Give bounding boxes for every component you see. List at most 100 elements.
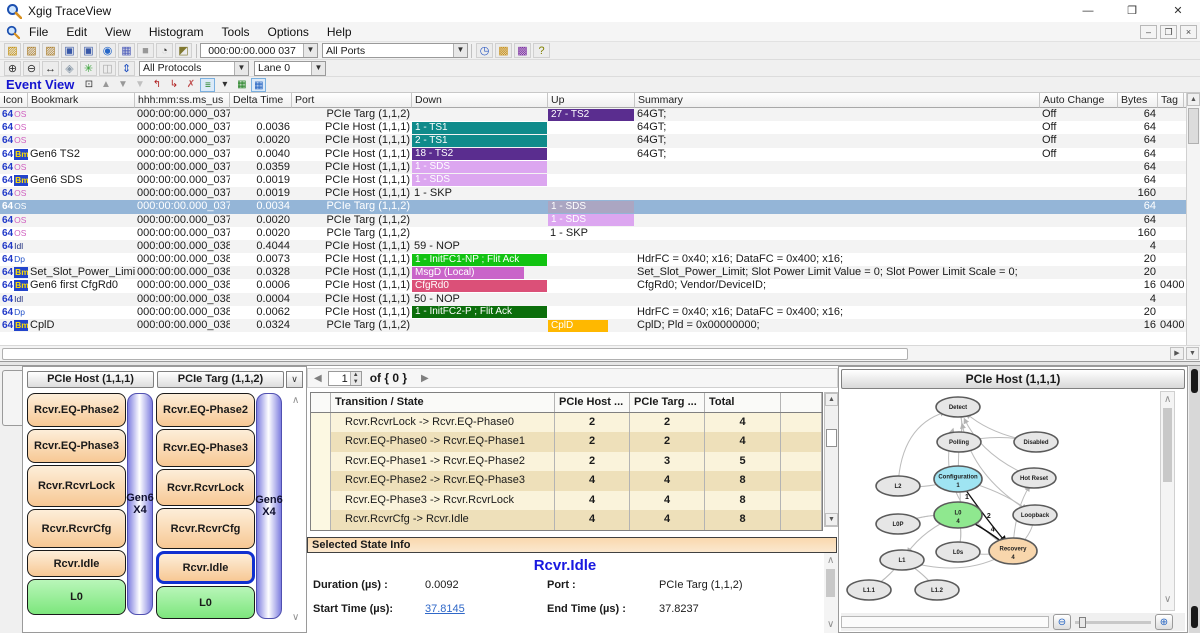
column-header-icon[interactable]: Icon: [0, 93, 28, 108]
timer-icon[interactable]: ◔: [156, 43, 173, 58]
diagram-hscroll-track[interactable]: [841, 616, 1049, 628]
diagram-node-polling[interactable]: Polling: [937, 432, 981, 452]
diagram-node-l2[interactable]: L2: [876, 476, 920, 496]
diagram-node-l11[interactable]: L1.1: [847, 580, 891, 600]
transition-scroll-down-icon[interactable]: ▼: [825, 513, 838, 526]
spinner-arrows-icon[interactable]: ▲▼: [350, 372, 361, 385]
zoom-in-button[interactable]: ⊕: [1155, 614, 1173, 630]
open-file-icon[interactable]: ▨: [4, 43, 21, 58]
expert-view-icon[interactable]: ▩: [495, 43, 512, 58]
diagram-node-hotreset[interactable]: Hot Reset: [1012, 468, 1056, 488]
ports-combo-arrow[interactable]: ▼: [453, 44, 467, 57]
transition-index-spinner[interactable]: 1 ▲▼: [328, 371, 362, 386]
scroll-up-icon[interactable]: ▲: [1187, 93, 1200, 106]
column-header-up[interactable]: Up: [548, 93, 635, 108]
mdi-close-button[interactable]: ×: [1180, 25, 1197, 39]
ltssm-link-header[interactable]: PCIe Host (1,1,1): [27, 371, 154, 388]
jump-forward-icon[interactable]: ↳: [166, 78, 181, 92]
diagram-node-loopback[interactable]: Loopback: [1013, 505, 1057, 525]
report-grid-active-icon[interactable]: ▦: [251, 78, 266, 92]
menu-item-histogram[interactable]: Histogram: [140, 22, 213, 42]
zoom-slider-thumb[interactable]: [1079, 617, 1086, 628]
menu-item-view[interactable]: View: [96, 22, 140, 42]
diagram-node-l1[interactable]: L1: [880, 550, 924, 570]
nav-prev-icon[interactable]: ◀: [314, 373, 322, 384]
ltssm-state-l0[interactable]: L0: [156, 586, 255, 619]
protocols-combo[interactable]: All Protocols ▼: [139, 61, 249, 76]
menu-item-edit[interactable]: Edit: [57, 22, 96, 42]
transition-scroll-thumb[interactable]: [826, 429, 837, 447]
table-row[interactable]: 64OS000:00:00.000_0370.0020PCIe Targ (1,…: [0, 227, 1200, 240]
table-row[interactable]: 64OS000:00:00.000_0370.0019PCIe Host (1,…: [0, 187, 1200, 200]
ltssm-state-rcvr-idle[interactable]: Rcvr.Idle: [156, 551, 255, 584]
start-time-link[interactable]: 37.8145: [425, 603, 465, 615]
lane-combo-arrow[interactable]: ▼: [311, 62, 325, 75]
ports-combo[interactable]: All Ports ▼: [322, 43, 468, 58]
table-row[interactable]: 64OS000:00:00.000_037PCIe Targ (1,1,2)27…: [0, 108, 1200, 121]
table-row[interactable]: 64Dp000:00:00.000_0380.0073PCIe Host (1,…: [0, 253, 1200, 266]
open-merge-icon[interactable]: ▨: [42, 43, 59, 58]
ltssm-state-l0[interactable]: L0: [27, 579, 126, 615]
time-sync-icon[interactable]: ◷: [476, 43, 493, 58]
vscroll-thumb[interactable]: [1188, 108, 1199, 144]
column-header-down[interactable]: Down: [412, 93, 548, 108]
strip-handle-bottom[interactable]: [1191, 606, 1198, 628]
ltssm-state-diagram[interactable]: 124DetectPollingDisabledConfiguration1Ho…: [841, 391, 1159, 611]
ltssm-state-rcvr-eq-phase2[interactable]: Rcvr.EQ-Phase2: [27, 393, 126, 427]
zoom-out-icon[interactable]: ⊖: [23, 61, 40, 76]
grid-view-icon[interactable]: ▦: [118, 43, 135, 58]
column-header-port[interactable]: Port: [292, 93, 412, 108]
diagram-node-recovery[interactable]: Recovery4: [989, 538, 1037, 564]
scroll-down-icon[interactable]: ▼: [1186, 347, 1199, 360]
info-scroll-thumb[interactable]: [826, 569, 835, 597]
diagram-scroll-up-icon[interactable]: ∧: [1164, 394, 1171, 405]
transition-row[interactable]: Rcvr.EQ-Phase0 -> Rcvr.EQ-Phase1224: [311, 432, 822, 452]
diagram-node-disabled[interactable]: Disabled: [1014, 432, 1058, 452]
menu-item-help[interactable]: Help: [318, 22, 361, 42]
protocols-combo-arrow[interactable]: ▼: [234, 62, 248, 75]
time-combo-arrow[interactable]: ▼: [303, 44, 317, 57]
ltssm-scroll-down-icon[interactable]: ∨: [292, 612, 299, 623]
traffic-light-icon[interactable]: ≡: [200, 78, 215, 92]
column-header-auto-change[interactable]: Auto Change: [1040, 93, 1118, 108]
snapshot-icon[interactable]: ◩: [175, 43, 192, 58]
table-row[interactable]: 64BmGen6 first CfgRd0000:00:00.000_0380.…: [0, 279, 1200, 292]
diagram-node-l12[interactable]: L1.2: [915, 580, 959, 600]
table-row[interactable]: 64OS000:00:00.000_0370.0359PCIe Host (1,…: [0, 161, 1200, 174]
capture-icon[interactable]: ◉: [99, 43, 116, 58]
table-row[interactable]: 64OS000:00:00.000_0370.0036PCIe Host (1,…: [0, 121, 1200, 134]
updown-icon[interactable]: ⇕: [118, 61, 135, 76]
menu-item-file[interactable]: File: [20, 22, 57, 42]
prev-event-icon[interactable]: ▲: [98, 78, 113, 92]
search-icon[interactable]: ◫: [99, 61, 116, 76]
scroll-right-icon[interactable]: ▶: [1170, 347, 1184, 360]
column-header-delta-time[interactable]: Delta Time: [230, 93, 292, 108]
ltssm-link-header[interactable]: PCIe Targ (1,1,2): [157, 371, 284, 388]
hscroll-thumb[interactable]: [2, 348, 908, 360]
ltssm-state-rcvr-rcvrlock[interactable]: Rcvr.RcvrLock: [156, 469, 255, 506]
diagram-node-l0[interactable]: L04: [934, 502, 982, 528]
nav-next-icon[interactable]: ▶: [421, 373, 429, 384]
table-row[interactable]: 64Idl000:00:00.000_0380.4044PCIe Host (1…: [0, 240, 1200, 253]
table-row[interactable]: 64Dp000:00:00.000_0380.0062PCIe Host (1,…: [0, 306, 1200, 319]
info-scroll-up-icon[interactable]: ∧: [827, 555, 834, 566]
traffic-dropdown-icon[interactable]: ▾: [217, 78, 232, 92]
diagram-scroll-down-icon[interactable]: ∨: [1164, 594, 1171, 605]
mdi-restore-button[interactable]: ❐: [1160, 25, 1177, 39]
column-header-bookmark[interactable]: Bookmark: [28, 93, 135, 108]
transition-row[interactable]: Rcvr.EQ-Phase2 -> Rcvr.EQ-Phase3448: [311, 471, 822, 491]
marker-icon[interactable]: ✳: [80, 61, 97, 76]
transition-row[interactable]: Rcvr.EQ-Phase3 -> Rcvr.RcvrLock448: [311, 491, 822, 511]
help-icon[interactable]: ?: [533, 43, 550, 58]
transition-row[interactable]: Rcvr.RcvrCfg -> Rcvr.Idle448: [311, 510, 822, 530]
filter-icon[interactable]: ▼: [132, 78, 147, 92]
table-row[interactable]: 64OS000:00:00.000_0370.0020PCIe Targ (1,…: [0, 214, 1200, 227]
ltssm-state-rcvr-idle[interactable]: Rcvr.Idle: [27, 550, 126, 577]
next-event-icon[interactable]: ▼: [115, 78, 130, 92]
table-row[interactable]: 64BmGen6 SDS000:00:00.000_0370.0019PCIe …: [0, 174, 1200, 187]
report-grid-icon[interactable]: ▦: [234, 78, 249, 92]
column-header-summary[interactable]: Summary: [635, 93, 1040, 108]
table-row[interactable]: 64OS000:00:00.000_0370.0020PCIe Host (1,…: [0, 134, 1200, 147]
diagram-node-config[interactable]: Configuration1: [934, 466, 982, 492]
diagram-node-detect[interactable]: Detect: [936, 397, 980, 417]
